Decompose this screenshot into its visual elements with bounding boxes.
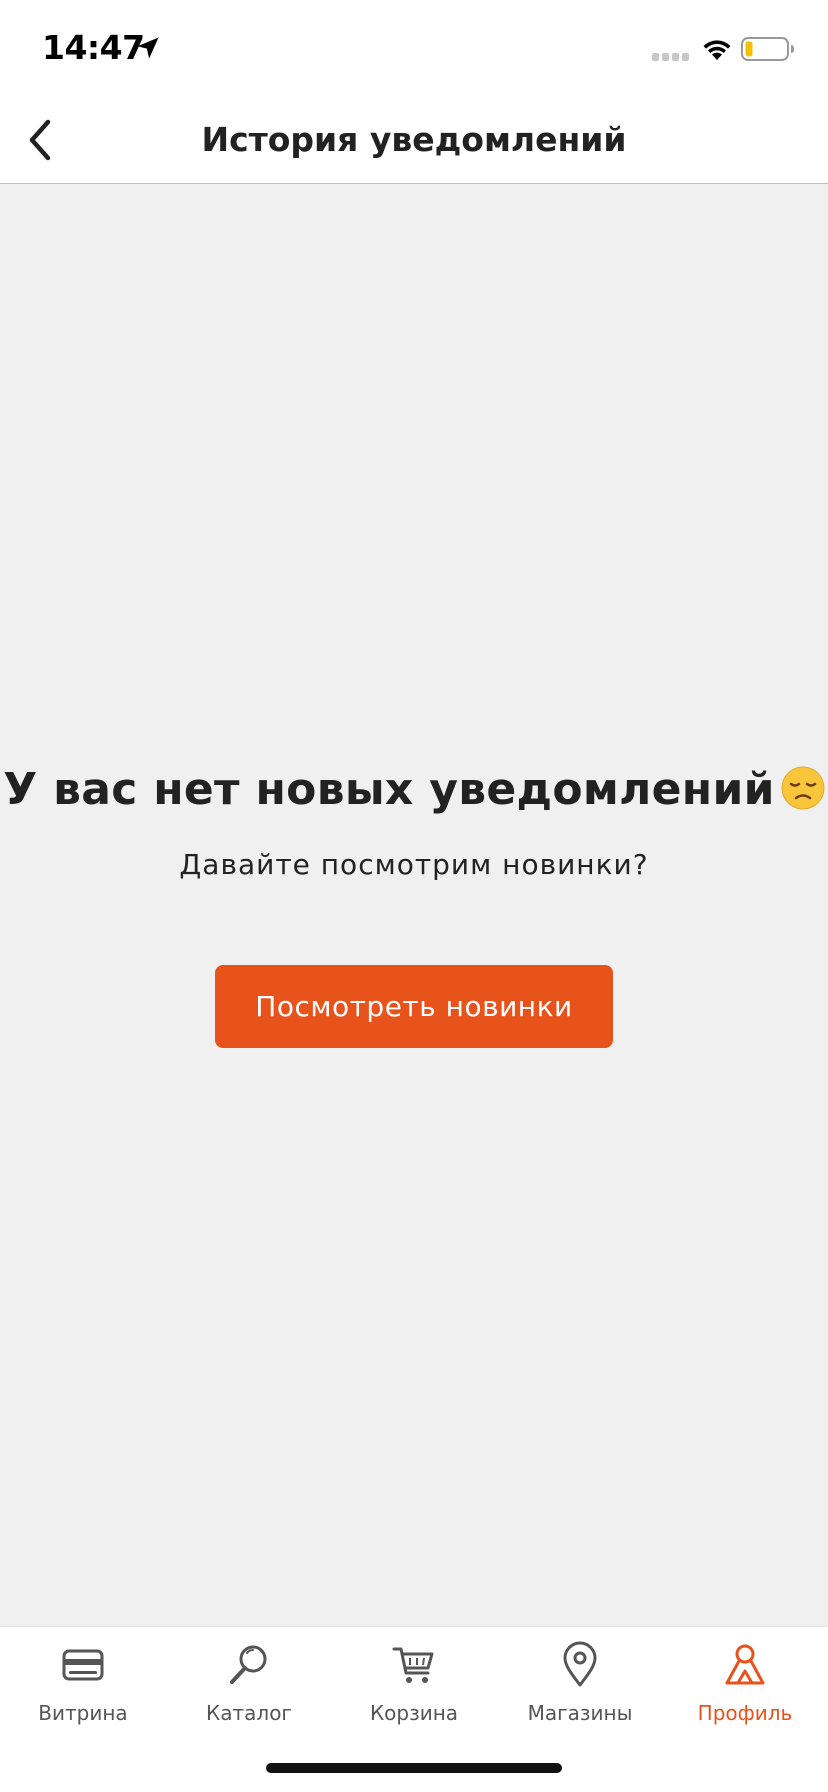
tab-label: Корзина	[369, 1701, 459, 1725]
tab-profile[interactable]: Профиль	[662, 1641, 828, 1741]
empty-state-title: У вас нет новых уведомлений	[0, 764, 828, 815]
location-arrow-icon	[137, 37, 159, 59]
empty-state-subtitle: Давайте посмотрим новинки?	[179, 848, 649, 881]
tab-catalog[interactable]: Каталог	[166, 1641, 332, 1741]
card-icon	[62, 1649, 104, 1681]
wifi-icon	[703, 40, 731, 60]
page-title: История уведомлений	[201, 120, 627, 159]
profile-icon	[725, 1644, 765, 1685]
home-indicator	[266, 1763, 562, 1773]
tab-showcase[interactable]: Витрина	[0, 1641, 166, 1741]
tab-label: Магазины	[527, 1701, 633, 1725]
tab-label: Профиль	[697, 1701, 793, 1725]
tab-label: Каталог	[206, 1701, 292, 1725]
view-new-arrivals-button[interactable]: Посмотреть новинки	[215, 965, 613, 1048]
tab-stores[interactable]: Магазины	[497, 1641, 663, 1741]
tab-cart[interactable]: Корзина	[331, 1641, 497, 1741]
empty-state-title-text: У вас нет новых уведомлений	[3, 764, 775, 815]
navigation-bar: История уведомлений	[0, 96, 828, 184]
cart-icon	[392, 1647, 434, 1683]
status-bar: 14:47	[0, 0, 828, 96]
map-pin-icon	[563, 1641, 597, 1687]
tab-label: Витрина	[38, 1701, 128, 1725]
search-icon	[230, 1645, 267, 1684]
signal-icon	[652, 53, 689, 61]
battery-icon	[741, 37, 794, 61]
disappointed-face-icon	[781, 766, 825, 810]
status-time: 14:47	[42, 28, 145, 67]
